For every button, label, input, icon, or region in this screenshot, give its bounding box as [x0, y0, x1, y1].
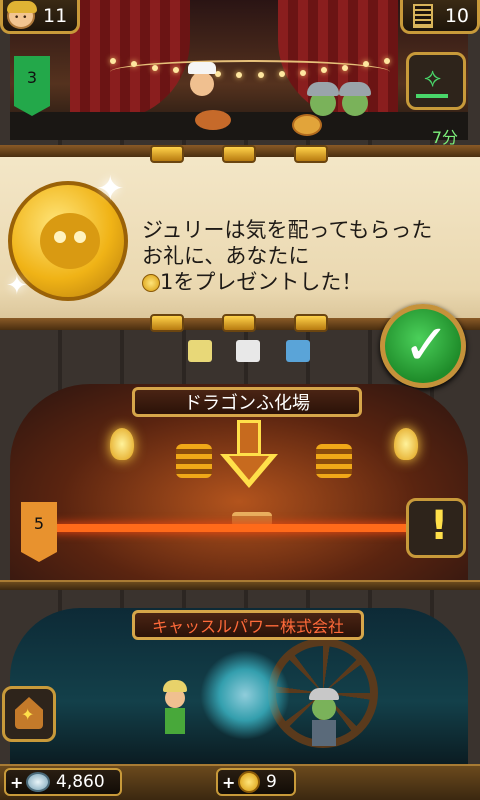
population-value: 11 — [43, 4, 68, 27]
upgrade-tower-button[interactable] — [2, 686, 56, 742]
game-screen: 3 7分 11 10 ✦ ✦ ジュリーは気を配ってもらった お礼に、あなたに 1… — [0, 0, 480, 800]
light-bulb — [278, 71, 285, 78]
rod-tab — [150, 314, 184, 332]
stock-status-button[interactable] — [406, 52, 466, 110]
baker-character[interactable] — [188, 62, 216, 96]
rod-tab — [294, 145, 328, 163]
string-lights — [110, 58, 390, 84]
reward-amount: 1 — [160, 270, 174, 294]
message-line: ジュリーは気を配ってもらった — [142, 218, 433, 242]
book-item-icon — [236, 340, 260, 362]
add-icon[interactable]: + — [10, 773, 24, 792]
exclamation-alert-button[interactable] — [406, 498, 466, 558]
add-icon[interactable]: + — [222, 773, 236, 792]
bread-item — [195, 110, 231, 130]
floors-counter[interactable]: 10 — [400, 0, 480, 34]
rod-tab — [150, 145, 184, 163]
tome-item-icon — [286, 340, 310, 362]
curtain-left — [70, 0, 190, 120]
message-line: 1をプレゼントした！ — [142, 269, 472, 295]
down-arrow-indicator[interactable] — [220, 420, 278, 490]
light-bulb — [341, 64, 348, 71]
rod-tab — [222, 314, 256, 332]
reward-notification: ✦ ✦ ジュリーは気を配ってもらった お礼に、あなたに 1をプレゼントした！ — [0, 145, 480, 332]
light-bulb — [131, 61, 138, 68]
sparkle-icon: ✦ — [6, 271, 28, 301]
rod-tab — [222, 145, 256, 163]
lamp-icon — [394, 428, 418, 460]
floor-name-sign[interactable]: ドラゴンふ化場 — [132, 387, 362, 417]
light-bulb — [215, 71, 222, 78]
heating-coil — [176, 444, 212, 478]
elf-worker-character[interactable] — [163, 680, 187, 734]
floor-level-text: 3 — [26, 68, 38, 87]
notification-message: ジュリーは気を配ってもらった お礼に、あなたに 1をプレゼントした！ — [142, 217, 472, 295]
lamp-icon — [110, 428, 134, 460]
pizza-item — [292, 114, 322, 136]
light-bulb — [362, 61, 369, 68]
shop-counter — [10, 112, 468, 140]
heating-coil — [316, 444, 352, 478]
tower-floors-icon — [412, 3, 433, 28]
viking-orc-character[interactable] — [339, 82, 371, 116]
lava-strip — [50, 524, 440, 532]
floor-name-sign[interactable]: キャッスルパワー株式会社 — [132, 610, 364, 640]
bux-counter[interactable]: + 4,860 — [4, 768, 122, 796]
light-bulb — [299, 69, 306, 76]
light-bulb — [320, 67, 327, 74]
coin-value: 9 — [266, 772, 277, 792]
sparkle-icon: ✦ — [96, 169, 125, 209]
currency-bar: + 4,860 + 9 — [0, 764, 480, 800]
floor-level-text: 5 — [33, 514, 45, 533]
floors-value: 10 — [444, 4, 469, 27]
scroll-item-icon — [188, 340, 212, 362]
floor-level-flag: 3 — [14, 56, 50, 116]
light-bulb — [384, 58, 390, 64]
light-bulb — [110, 58, 116, 64]
viking-orc-character[interactable] — [307, 82, 339, 116]
avatar-face-icon — [7, 0, 37, 29]
coin-counter[interactable]: + 9 — [216, 768, 296, 796]
message-line: お礼に、あなたに — [142, 244, 310, 268]
light-bulb — [152, 64, 159, 71]
rod-tab — [294, 314, 328, 332]
gold-coin-icon — [238, 771, 260, 793]
bux-icon — [26, 772, 50, 792]
message-suffix: をプレゼントした！ — [173, 270, 363, 294]
floor-separator — [0, 580, 480, 590]
confirm-checkmark-button[interactable] — [380, 304, 466, 388]
light-bulb — [257, 71, 264, 78]
bux-value: 4,860 — [56, 772, 105, 792]
magic-glow — [200, 650, 290, 740]
stock-progress-bar — [416, 94, 448, 98]
light-bulb — [236, 71, 243, 78]
population-counter[interactable]: 11 — [0, 0, 80, 34]
coin-face — [40, 213, 100, 269]
floor-level-flag: 5 — [21, 502, 57, 562]
orc-worker-character[interactable] — [309, 688, 339, 746]
gold-coin-icon — [142, 274, 160, 292]
light-bulb — [173, 67, 180, 74]
